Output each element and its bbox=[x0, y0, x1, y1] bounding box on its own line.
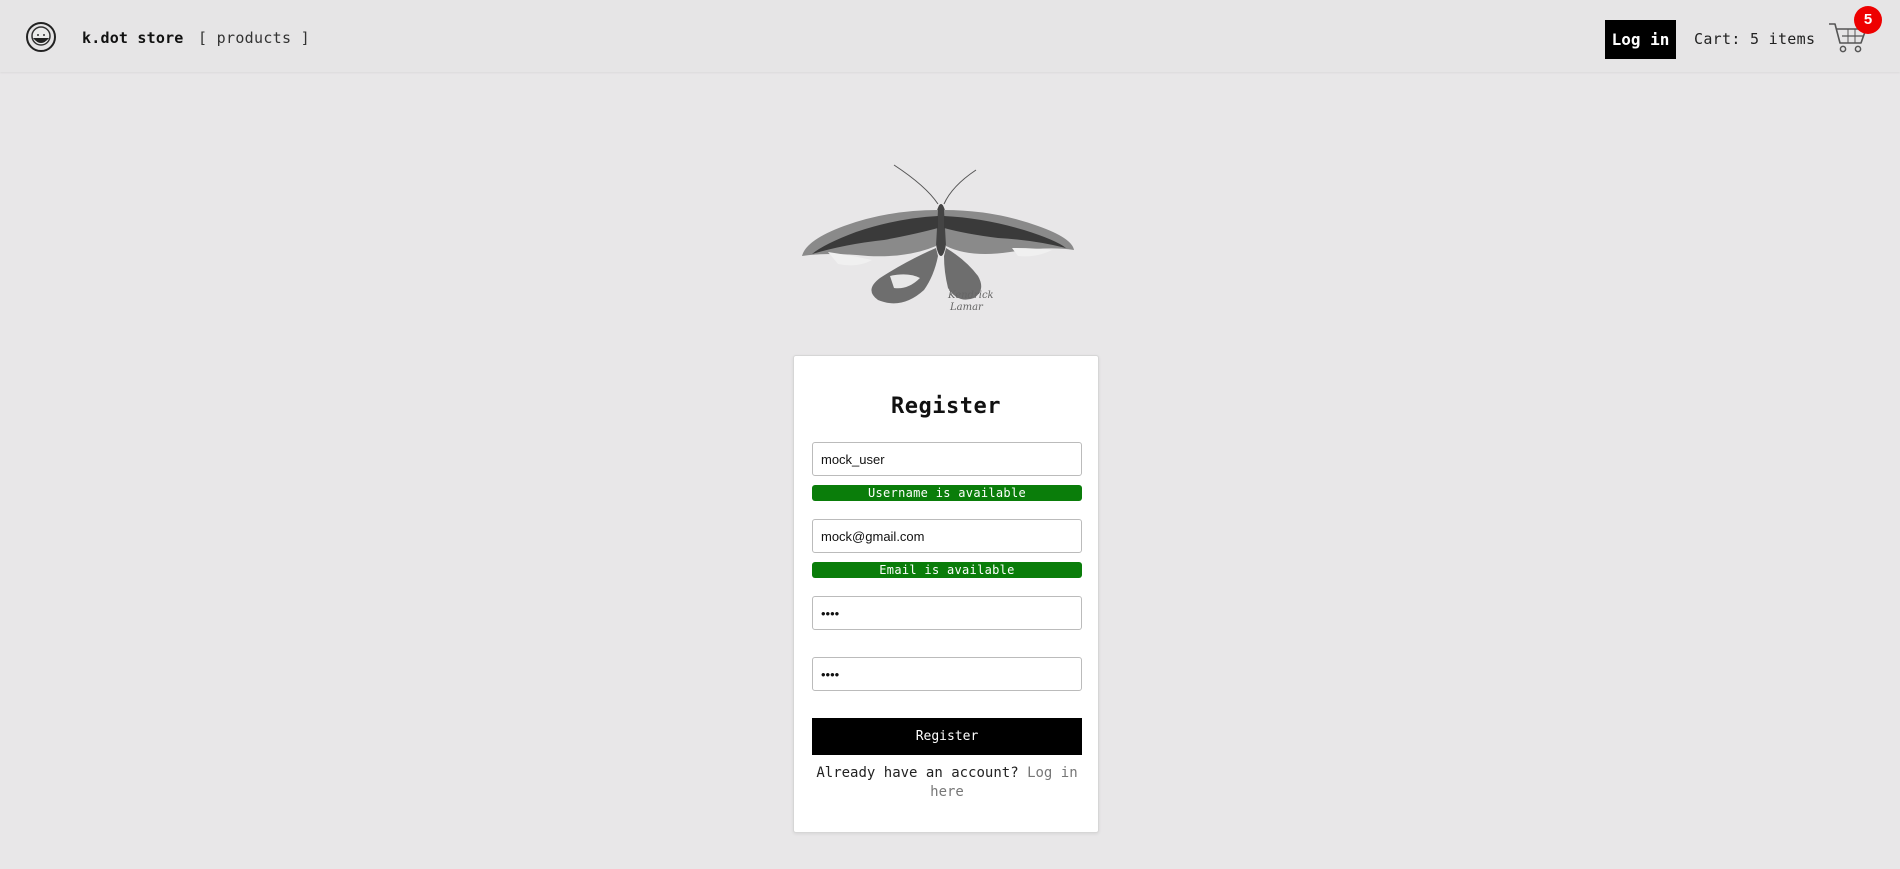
svg-text:Kendrick: Kendrick bbox=[947, 290, 994, 301]
login-button[interactable]: Log in bbox=[1605, 20, 1676, 59]
username-input[interactable] bbox=[812, 442, 1082, 476]
page: k.dot store [ products ] Log in Cart: 5 … bbox=[0, 0, 1900, 869]
logo-face-icon[interactable] bbox=[26, 22, 56, 52]
register-submit-button[interactable]: Register bbox=[812, 718, 1082, 755]
cart-count-badge: 5 bbox=[1854, 6, 1882, 34]
login-prompt: Already have an account? Log in here bbox=[812, 764, 1082, 802]
email-status-badge: Email is available bbox=[812, 562, 1082, 578]
login-prompt-text: Already have an account? bbox=[816, 765, 1019, 781]
username-status-badge: Username is available bbox=[812, 485, 1082, 501]
brand-name[interactable]: k.dot store bbox=[82, 29, 184, 47]
nav-products-link[interactable]: [ products ] bbox=[198, 29, 310, 47]
register-title: Register bbox=[891, 394, 1001, 419]
top-navbar: k.dot store [ products ] Log in Cart: 5 … bbox=[0, 0, 1900, 72]
svg-text:Lamar: Lamar bbox=[949, 302, 984, 313]
email-input[interactable] bbox=[812, 519, 1082, 553]
password-input[interactable] bbox=[812, 596, 1082, 630]
confirm-password-input[interactable] bbox=[812, 657, 1082, 691]
register-card: Register Username is available Email is … bbox=[793, 355, 1099, 833]
moth-illustration: Kendrick Lamar bbox=[798, 160, 1078, 320]
cart-summary: Cart: 5 items bbox=[1694, 30, 1816, 48]
